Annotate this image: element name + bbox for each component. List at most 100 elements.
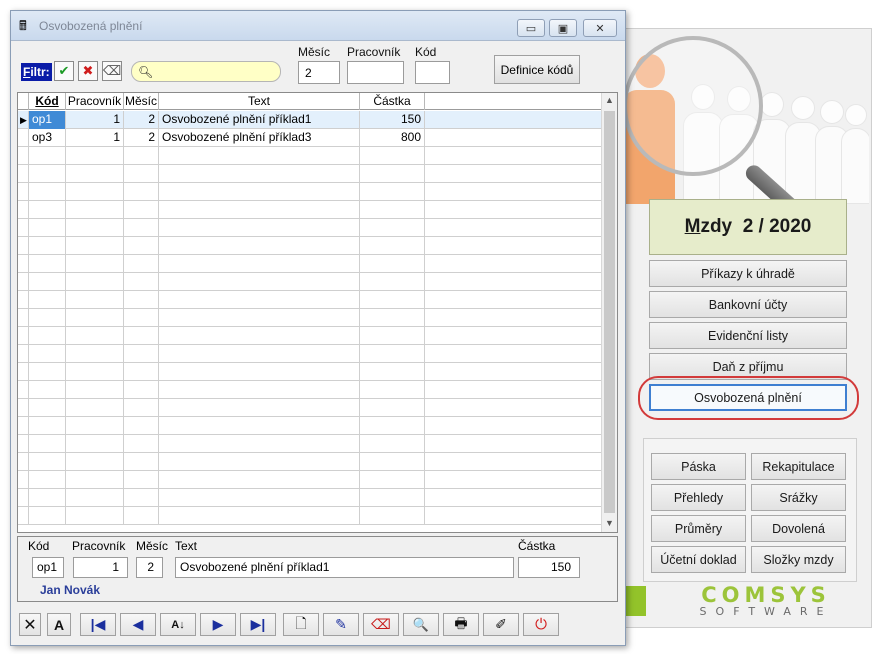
column-header-text[interactable]: Text [159,93,360,110]
cell-pracovnik[interactable] [66,489,124,507]
cell-text[interactable] [159,273,360,291]
cell-mesic[interactable] [124,381,159,399]
cell-text[interactable] [159,219,360,237]
cell-text[interactable] [159,489,360,507]
cell-text[interactable] [159,291,360,309]
print-button[interactable]: 🖶 [443,613,479,636]
cell-kod[interactable] [29,255,66,273]
detail-mesic-input[interactable]: 2 [136,557,163,578]
cell-pracovnik[interactable] [66,435,124,453]
cell-castka[interactable] [360,417,425,435]
cell-kod[interactable] [29,435,66,453]
cell-mesic[interactable] [124,345,159,363]
cell-castka[interactable] [360,309,425,327]
row-indicator[interactable] [18,507,29,525]
cell-pracovnik[interactable] [66,417,124,435]
row-indicator[interactable] [18,291,29,309]
detail-kod-input[interactable]: op1 [32,557,64,578]
payment-orders-button[interactable]: Příkazy k úhradě [649,260,847,287]
cell-kod[interactable] [29,381,66,399]
row-indicator[interactable] [18,417,29,435]
empty-table-row[interactable] [18,471,602,489]
empty-table-row[interactable] [18,399,602,417]
empty-table-row[interactable] [18,489,602,507]
close-button[interactable]: ✕ [583,19,617,37]
row-indicator[interactable] [18,201,29,219]
empty-table-row[interactable] [18,273,602,291]
vertical-scrollbar[interactable]: ▲ ▼ [601,93,617,532]
cell-castka[interactable] [360,273,425,291]
cell-mesic[interactable] [124,273,159,291]
row-indicator[interactable] [18,219,29,237]
cell-castka[interactable] [360,165,425,183]
overviews-button[interactable]: Přehledy [651,484,746,511]
cell-text[interactable]: Osvobozené plnění příklad3 [159,129,360,147]
empty-table-row[interactable] [18,237,602,255]
cell-mesic[interactable]: 2 [124,129,159,147]
row-indicator[interactable] [18,345,29,363]
cell-text[interactable] [159,327,360,345]
column-header-mesic[interactable]: Měsíc [124,93,159,110]
bank-accounts-button[interactable]: Bankovní účty [649,291,847,318]
window-titlebar[interactable]: 🖩 Osvobozená plnění ▭ ▣ ✕ [11,11,625,41]
cell-kod[interactable] [29,363,66,381]
cell-pracovnik[interactable] [66,381,124,399]
tape-button[interactable]: Páska [651,453,746,480]
cell-pracovnik[interactable] [66,471,124,489]
close-filter-button[interactable]: ✕ [19,613,41,636]
empty-table-row[interactable] [18,417,602,435]
empty-table-row[interactable] [18,363,602,381]
previous-record-button[interactable]: ◀ [120,613,156,636]
cell-castka[interactable] [360,237,425,255]
cell-mesic[interactable] [124,309,159,327]
cell-mesic[interactable] [124,399,159,417]
cell-mesic[interactable] [124,165,159,183]
export-button[interactable]: ✐ [483,613,519,636]
empty-table-row[interactable] [18,183,602,201]
cell-castka[interactable] [360,363,425,381]
cell-kod[interactable] [29,309,66,327]
cell-text[interactable] [159,507,360,525]
cell-pracovnik[interactable] [66,345,124,363]
delete-record-button[interactable]: ⌫ [363,613,399,636]
cell-kod[interactable] [29,237,66,255]
cell-castka[interactable] [360,345,425,363]
row-indicator[interactable] [18,255,29,273]
define-codes-button[interactable]: Definice kódů [494,55,580,84]
cell-castka[interactable] [360,399,425,417]
cell-pracovnik[interactable]: 1 [66,111,124,129]
detail-pracovnik-input[interactable]: 1 [73,557,128,578]
month-filter-input[interactable]: 2 [298,61,340,84]
search-input[interactable]: 🔍︎ [131,61,281,82]
cell-kod[interactable] [29,327,66,345]
row-indicator[interactable] [18,183,29,201]
cell-pracovnik[interactable] [66,291,124,309]
cell-mesic[interactable] [124,417,159,435]
accounting-document-button[interactable]: Účetní doklad [651,546,746,573]
cell-pracovnik[interactable] [66,165,124,183]
cell-mesic[interactable] [124,255,159,273]
scroll-thumb[interactable] [604,111,615,513]
cell-pracovnik[interactable] [66,183,124,201]
cell-pracovnik[interactable] [66,309,124,327]
row-indicator[interactable] [18,129,29,147]
cell-text[interactable] [159,147,360,165]
cell-mesic[interactable] [124,237,159,255]
cell-text[interactable] [159,471,360,489]
cell-castka[interactable] [360,327,425,345]
cell-mesic[interactable] [124,363,159,381]
cell-text[interactable] [159,399,360,417]
deductions-button[interactable]: Srážky [751,484,846,511]
cell-pracovnik[interactable]: 1 [66,129,124,147]
cell-pracovnik[interactable] [66,255,124,273]
cell-kod[interactable] [29,399,66,417]
empty-table-row[interactable] [18,435,602,453]
column-header-pracovnik[interactable]: Pracovník [66,93,124,110]
cell-pracovnik[interactable] [66,273,124,291]
cell-mesic[interactable] [124,147,159,165]
row-indicator[interactable] [18,309,29,327]
cell-mesic[interactable] [124,219,159,237]
cell-castka[interactable] [360,255,425,273]
cell-pracovnik[interactable] [66,147,124,165]
cell-mesic[interactable] [124,453,159,471]
